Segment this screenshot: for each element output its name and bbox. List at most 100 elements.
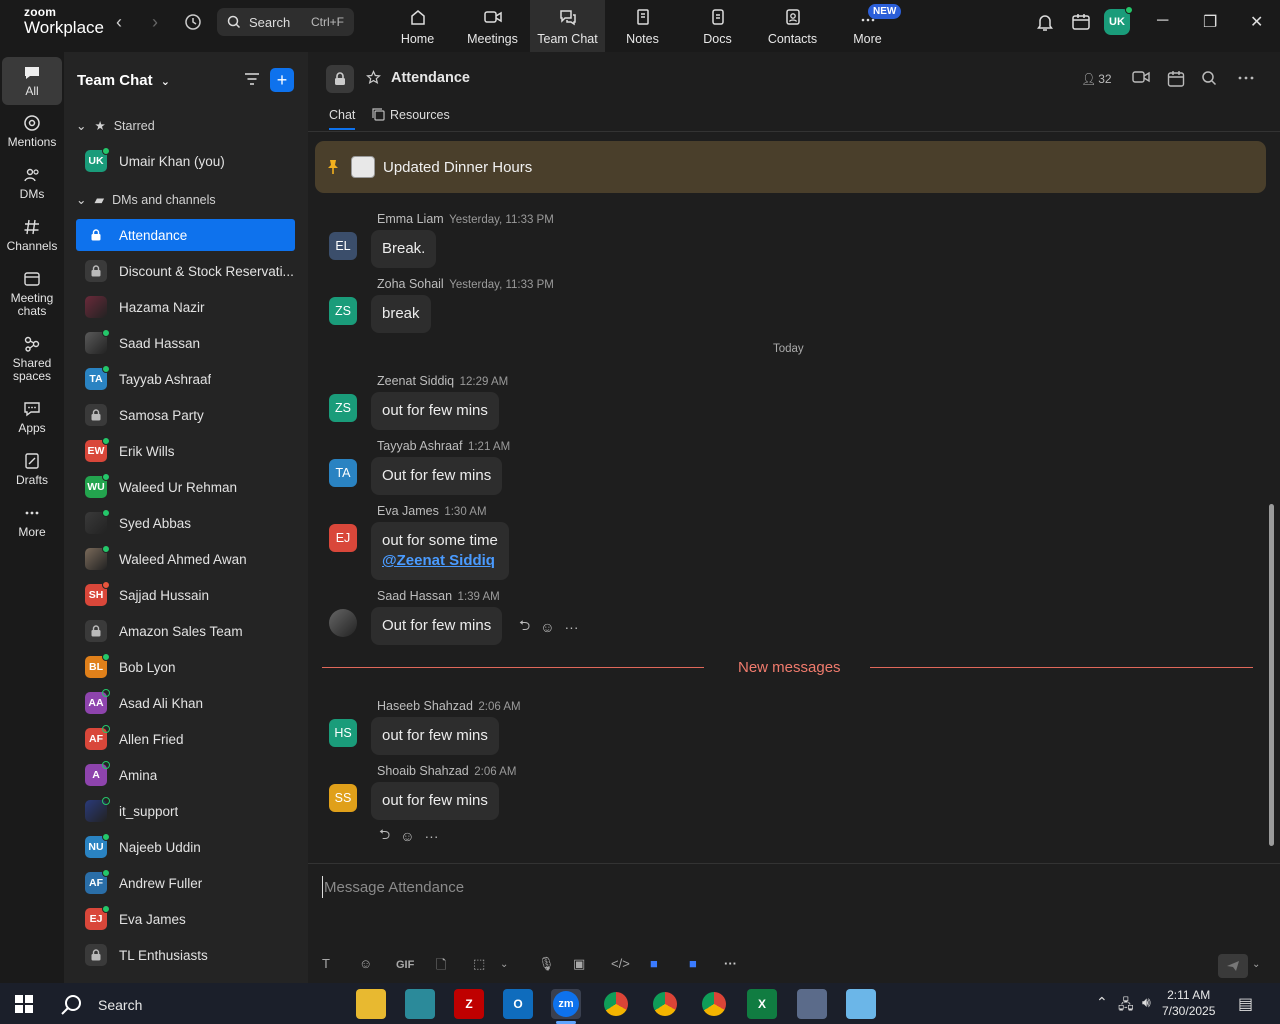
excel-icon[interactable]: X <box>747 989 777 1019</box>
sender-name[interactable]: Haseeb Shahzad <box>377 699 473 713</box>
sidebar-item[interactable]: Hazama Nazir <box>76 291 295 323</box>
minimize-icon[interactable]: ─ <box>1157 12 1168 30</box>
sidebar-item[interactable]: TL Enthusiasts <box>76 939 295 971</box>
chevron-down-icon[interactable]: ⌄ <box>1252 959 1260 970</box>
history-icon[interactable] <box>183 12 203 32</box>
sidebar-item[interactable]: WU Waleed Ur Rehman <box>76 471 295 503</box>
app-icon[interactable] <box>846 989 876 1019</box>
close-icon[interactable]: ✕ <box>1250 12 1263 32</box>
microphone-icon[interactable]: 🎙︎ <box>538 956 555 972</box>
sender-name[interactable]: Saad Hassan <box>377 589 452 603</box>
sender-name[interactable]: Tayyab Ashraaf <box>377 439 462 453</box>
sidebar-item[interactable]: AF Allen Fried <box>76 723 295 755</box>
reply-icon[interactable]: ⮌ <box>519 615 530 639</box>
app-icon[interactable]: ■ <box>650 956 658 971</box>
rail-dms[interactable]: DMs <box>2 166 62 201</box>
reply-icon[interactable]: ⮌ <box>379 824 390 848</box>
chrome-icon[interactable] <box>650 989 680 1019</box>
windows-start-icon[interactable] <box>15 995 33 1018</box>
volume-icon[interactable]: 🔊︎ <box>1142 994 1151 1011</box>
file-explorer-icon[interactable] <box>356 989 386 1019</box>
rail-all[interactable]: All <box>2 57 62 105</box>
sender-name[interactable]: Zeenat Siddiq <box>377 374 454 388</box>
emoji-icon[interactable]: ☺ <box>359 956 372 971</box>
tab-chat[interactable]: Chat <box>329 108 356 130</box>
forward-icon[interactable]: › <box>152 12 158 33</box>
more-options-icon[interactable]: ··· <box>565 619 579 635</box>
message-bubble[interactable]: out for few mins <box>371 782 499 820</box>
starred-section-header[interactable]: ⌄ ★ Starred <box>76 118 155 134</box>
chrome-icon[interactable] <box>699 989 729 1019</box>
file-icon[interactable]: 🗋︎ <box>436 956 446 978</box>
more-options-icon[interactable] <box>1237 70 1255 91</box>
sidebar-item[interactable]: EJ Eva James <box>76 903 295 935</box>
sidebar-item[interactable]: EW Erik Wills <box>76 435 295 467</box>
avatar[interactable]: SS <box>329 784 357 812</box>
avatar[interactable]: TA <box>329 459 357 487</box>
dms-section-header[interactable]: ⌄ ▰ DMs and channels <box>76 192 216 208</box>
tab-docs[interactable]: Docs <box>680 0 755 52</box>
chevron-up-icon[interactable]: ⌃ <box>1096 994 1108 1011</box>
chrome-icon[interactable] <box>601 989 631 1019</box>
avatar[interactable]: HS <box>329 719 357 747</box>
sidebar-item[interactable]: TA Tayyab Ashraaf <box>76 363 295 395</box>
sender-name[interactable]: Eva James <box>377 504 439 518</box>
scrollbar-thumb[interactable] <box>1269 504 1274 846</box>
sender-name[interactable]: Emma Liam <box>377 212 444 226</box>
avatar[interactable]: EL <box>329 232 357 260</box>
rail-more[interactable]: More <box>2 504 62 539</box>
tab-notes[interactable]: Notes <box>605 0 680 52</box>
filter-icon[interactable] <box>244 72 260 91</box>
avatar[interactable]: ZS <box>329 394 357 422</box>
restore-icon[interactable]: ❐ <box>1203 12 1217 32</box>
sidebar-title[interactable]: Team Chat ⌄ <box>77 72 170 89</box>
calendar-icon[interactable] <box>1167 70 1185 93</box>
more-options-icon[interactable]: ··· <box>425 828 439 844</box>
code-icon[interactable]: </> <box>611 956 630 971</box>
rail-mentions[interactable]: Mentions <box>2 114 62 149</box>
sidebar-item-starred[interactable]: UK Umair Khan (you) <box>76 145 295 177</box>
sidebar-item[interactable]: AF Andrew Fuller <box>76 867 295 899</box>
sidebar-item[interactable]: Waleed Ahmed Awan <box>76 543 295 575</box>
video-icon[interactable] <box>1132 70 1150 89</box>
tab-home[interactable]: Home <box>380 0 455 52</box>
search-icon[interactable] <box>1201 70 1217 91</box>
text-format-icon[interactable]: T <box>322 956 330 971</box>
rail-shared-spaces[interactable]: Shared spaces <box>2 335 62 383</box>
sidebar-item[interactable]: Syed Abbas <box>76 507 295 539</box>
back-icon[interactable]: ‹ <box>116 12 122 33</box>
sidebar-item[interactable]: Saad Hassan <box>76 327 295 359</box>
sidebar-item[interactable]: it_support <box>76 795 295 827</box>
new-chat-button[interactable]: + <box>270 68 294 92</box>
calculator-icon[interactable] <box>797 989 827 1019</box>
app-icon[interactable]: ■ <box>689 956 697 971</box>
search-bar[interactable]: Search Ctrl+F <box>217 8 354 36</box>
message-bubble[interactable]: Out for few mins <box>371 607 503 645</box>
message-input[interactable] <box>322 876 1222 898</box>
pinned-message[interactable]: Updated Dinner Hours <box>315 141 1266 193</box>
tab-resources[interactable]: Resources <box>372 108 450 122</box>
sidebar-item[interactable]: NU Najeeb Uddin <box>76 831 295 863</box>
members-button[interactable]: 👤︎ 32 <box>1081 72 1112 86</box>
tab-more[interactable]: NEW More <box>830 0 905 52</box>
outlook-icon[interactable]: O <box>503 989 533 1019</box>
video-message-icon[interactable]: ▣ <box>573 956 585 972</box>
filezilla-icon[interactable]: Z <box>454 989 484 1019</box>
emoji-react-icon[interactable]: ☺ <box>400 828 414 844</box>
user-avatar[interactable]: UK <box>1104 6 1133 35</box>
sidebar-item[interactable]: AA Asad Ali Khan <box>76 687 295 719</box>
send-button[interactable] <box>1218 954 1248 978</box>
sidebar-item[interactable]: BL Bob Lyon <box>76 651 295 683</box>
message-bubble[interactable]: Break. <box>371 230 437 268</box>
notification-icon[interactable]: ▤ <box>1238 994 1253 1014</box>
gif-button[interactable]: GIF <box>396 959 414 971</box>
avatar[interactable] <box>329 609 357 637</box>
app-icon[interactable] <box>405 989 435 1019</box>
message-bubble[interactable]: out for few mins <box>371 392 499 430</box>
star-outline-icon[interactable] <box>366 70 381 90</box>
message-bubble[interactable]: Out for few mins <box>371 457 503 495</box>
mention-link[interactable]: @Zeenat Siddiq <box>382 551 498 571</box>
calendar-icon[interactable] <box>1071 12 1091 37</box>
message-bubble[interactable]: break <box>371 295 431 333</box>
emoji-react-icon[interactable]: ☺ <box>540 619 554 635</box>
